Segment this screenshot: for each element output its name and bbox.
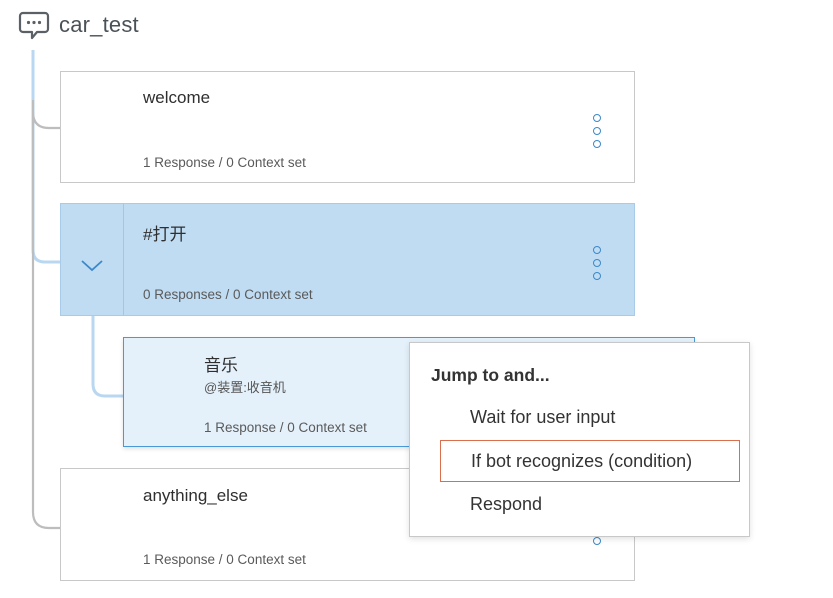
node-name: anything_else [143,486,248,505]
node-meta: 1 Response / 0 Context set [143,155,306,170]
dialog-title-row: car_test [18,9,139,41]
chevron-down-icon [81,260,103,272]
page-title: car_test [59,12,139,37]
jump-to-title: Jump to and... [431,365,550,385]
option-wait-for-user-input[interactable]: Wait for user input [440,397,740,439]
node-meta: 1 Response / 0 Context set [204,420,367,435]
dialog-node-welcome[interactable]: welcome 1 Response / 0 Context set [60,71,635,183]
node-name: 音乐 [204,356,238,375]
collapse-toggle[interactable] [61,204,124,315]
dialog-node-open[interactable]: #打开 0 Responses / 0 Context set [60,203,635,316]
jump-to-menu: Jump to and... Wait for user input If bo… [409,342,750,537]
node-name: welcome [143,88,211,107]
node-name: #打开 [143,225,187,244]
node-condition: @装置:收音机 [204,380,286,395]
chat-bubble-icon [18,11,50,40]
option-respond[interactable]: Respond [440,484,740,526]
node-meta: 1 Response / 0 Context set [143,552,306,567]
node-meta: 0 Responses / 0 Context set [143,287,313,302]
more-options-icon[interactable] [590,114,604,148]
option-if-bot-recognizes[interactable]: If bot recognizes (condition) [440,440,740,482]
more-options-icon[interactable] [590,246,604,280]
